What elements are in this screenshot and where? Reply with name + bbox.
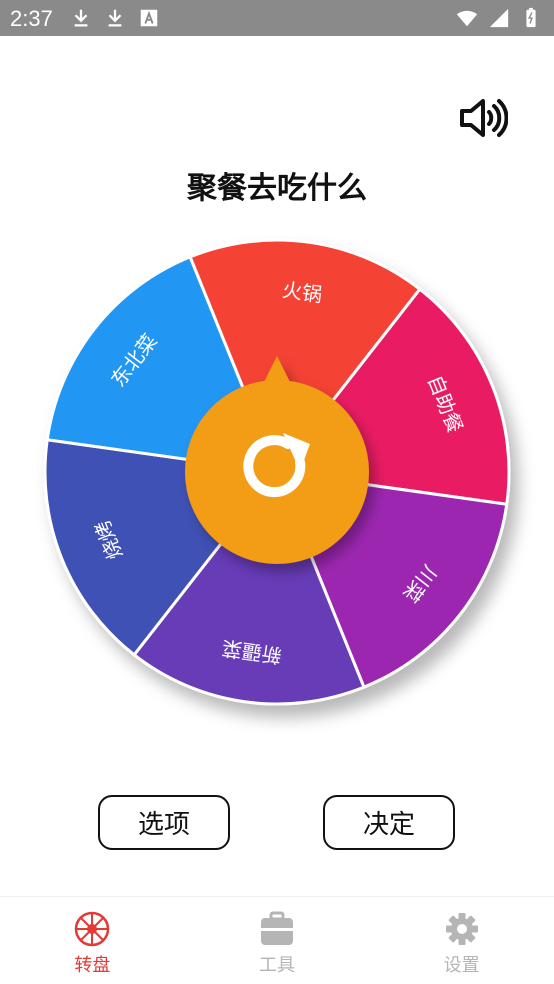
options-button[interactable]: 选项 xyxy=(98,795,230,850)
wheel-icon xyxy=(75,911,110,947)
spin-button-disc[interactable] xyxy=(185,380,369,564)
nav-label-tools: 工具 xyxy=(259,955,295,976)
bottom-nav: 转盘 工具 设置 xyxy=(0,896,554,984)
decide-button[interactable]: 决定 xyxy=(323,795,455,850)
nav-label-settings: 设置 xyxy=(443,955,480,976)
nav-item-settings[interactable]: 设置 xyxy=(369,897,554,984)
nav-item-tools[interactable]: 工具 xyxy=(185,897,370,984)
toolbox-icon xyxy=(261,911,293,945)
gear-icon xyxy=(445,913,478,945)
nav-label-wheel: 转盘 xyxy=(74,955,111,976)
nav-item-wheel[interactable]: 转盘 xyxy=(0,897,185,984)
spin-wheel[interactable]: 火锅自助餐川菜新疆菜烧烤东北菜 xyxy=(0,0,554,984)
